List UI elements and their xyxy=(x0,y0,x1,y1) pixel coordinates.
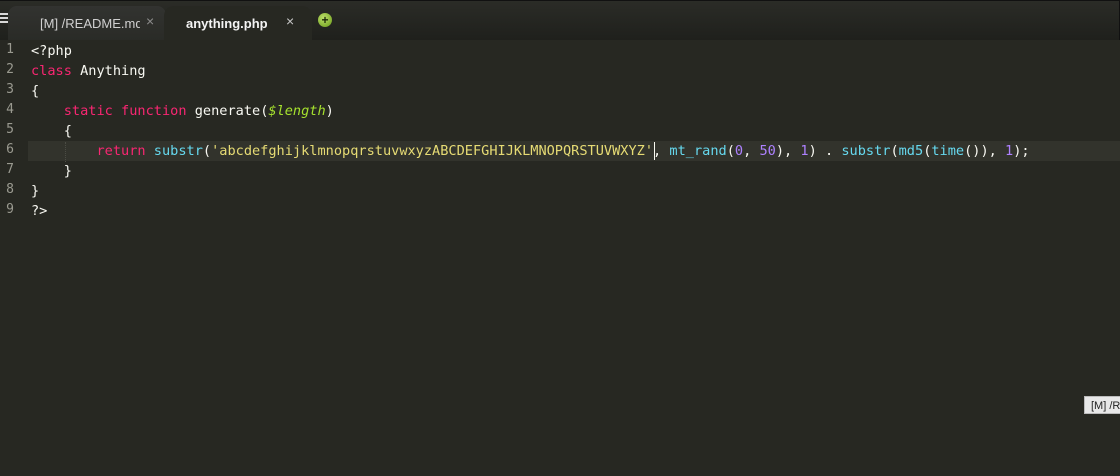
line-number: 8 xyxy=(6,182,14,197)
line-number: 3 xyxy=(6,82,14,97)
line-number: 1 xyxy=(6,42,14,57)
line-number: 9 xyxy=(6,202,14,217)
code-line-3: { xyxy=(31,83,40,99)
text-caret xyxy=(654,142,655,160)
code-line-4: static function generate($length) xyxy=(63,103,334,119)
code-line-1: <?php xyxy=(31,43,72,59)
line-number-gutter: 1 2 3 4 5 6 7 8 9 xyxy=(0,40,28,476)
tab-readme[interactable]: [M] /README.md × xyxy=(8,6,166,40)
code-line-7: } xyxy=(31,163,72,179)
tab-label: [M] /README.md xyxy=(40,16,140,31)
line-number: 2 xyxy=(6,62,14,77)
line-number: 5 xyxy=(6,122,14,137)
code-line-8: } xyxy=(31,183,40,199)
plus-circle-icon[interactable]: + xyxy=(318,13,332,27)
line-number: 4 xyxy=(6,102,14,117)
line-number: 7 xyxy=(6,162,14,177)
code-editor[interactable]: <?php class Anything { static function g… xyxy=(28,40,1120,476)
hamburger-icon[interactable] xyxy=(0,13,8,23)
line-number: 6 xyxy=(6,142,14,157)
tab-label: anything.php xyxy=(186,16,268,31)
code-line-5: { xyxy=(31,123,72,139)
tab-anything-php[interactable]: anything.php × xyxy=(164,6,312,40)
code-line-2: class Anything xyxy=(31,63,146,79)
code-line-9: ?> xyxy=(31,203,48,219)
tab-bar: [M] /README.md × anything.php × + xyxy=(0,0,1120,41)
tab-tooltip: [M] /README.md xyxy=(1084,396,1120,414)
code-line-6: return substr('abcdefghijklmnopqrstuvwxy… xyxy=(96,143,1030,159)
close-icon[interactable]: × xyxy=(286,13,294,29)
close-icon[interactable]: × xyxy=(146,13,154,29)
